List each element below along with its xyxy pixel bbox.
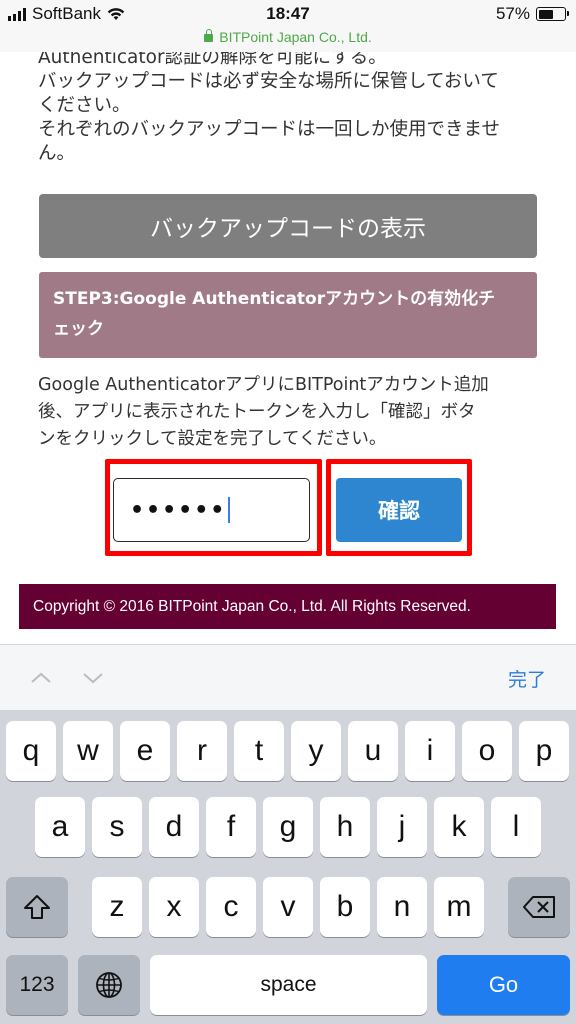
go-key[interactable]: Go	[437, 955, 570, 1015]
page-content: Authenticator認証の解除を可能にする。 バックアップコードは必ず安全…	[0, 52, 576, 644]
key-f[interactable]: f	[206, 797, 256, 857]
clock: 18:47	[266, 4, 310, 23]
done-button[interactable]: 完了	[508, 665, 546, 692]
intro-line: Authenticator認証の解除を可能にする。	[38, 52, 387, 68]
intro-line: ん。	[38, 143, 76, 164]
key-s[interactable]: s	[92, 797, 142, 857]
key-o[interactable]: o	[462, 721, 512, 781]
keyboard-accessory-bar: 完了	[0, 644, 576, 710]
instruction-line: 後、アプリに表示されたトークンを入力し「確認」ボタ	[38, 402, 476, 422]
step3-instructions: Google AuthenticatorアプリにBITPointアカウント追加 …	[38, 372, 543, 453]
confirm-button[interactable]: 確認	[336, 478, 462, 542]
globe-icon	[96, 972, 122, 998]
key-i[interactable]: i	[405, 721, 455, 781]
key-p[interactable]: p	[519, 721, 569, 781]
key-z[interactable]: z	[92, 877, 142, 937]
intro-line: それぞれのバックアップコードは一回しか使用できませ	[38, 119, 500, 140]
key-b[interactable]: b	[320, 877, 370, 937]
key-c[interactable]: c	[206, 877, 256, 937]
status-right: 57%	[495, 4, 569, 24]
key-g[interactable]: g	[263, 797, 313, 857]
delete-key[interactable]	[508, 877, 570, 937]
key-e[interactable]: e	[120, 721, 170, 781]
backspace-icon	[523, 896, 555, 918]
chevron-up-icon[interactable]	[30, 667, 52, 689]
instruction-line: Google AuthenticatorアプリにBITPointアカウント追加	[38, 375, 489, 395]
key-k[interactable]: k	[434, 797, 484, 857]
software-keyboard: q w e r t y u i o p a s d f g h j k l z …	[0, 710, 576, 1024]
token-input-value: ••••••	[130, 497, 227, 523]
show-backup-codes-button[interactable]: バックアップコードの表示	[39, 194, 537, 258]
intro-line: バックアップコードは必ず安全な場所に保管しておいて	[38, 71, 499, 92]
backup-code-notes: Authenticator認証の解除を可能にする。 バックアップコードは必ず安全…	[38, 52, 548, 166]
key-n[interactable]: n	[377, 877, 427, 937]
key-m[interactable]: m	[434, 877, 484, 937]
space-key[interactable]: space	[150, 955, 427, 1015]
instruction-line: ンをクリックして設定を完了してください。	[38, 429, 387, 449]
step3-title-line: STEP3:Google Authenticatorアカウントの有効化チ	[53, 289, 496, 309]
chevron-down-icon[interactable]	[82, 667, 104, 689]
battery-fill	[538, 9, 553, 19]
key-u[interactable]: u	[348, 721, 398, 781]
battery-icon	[536, 7, 569, 21]
numbers-key[interactable]: 123	[6, 955, 68, 1015]
copyright-footer: Copyright © 2016 BITPoint Japan Co., Ltd…	[19, 584, 556, 629]
key-r[interactable]: r	[177, 721, 227, 781]
globe-key[interactable]	[78, 955, 140, 1015]
key-v[interactable]: v	[263, 877, 313, 937]
status-bar: SoftBank 18:47 57%	[0, 0, 576, 26]
key-d[interactable]: d	[149, 797, 199, 857]
step3-title-line: ェック	[53, 319, 104, 339]
token-input[interactable]: ••••••	[113, 478, 310, 542]
key-h[interactable]: h	[320, 797, 370, 857]
key-j[interactable]: j	[377, 797, 427, 857]
step3-header: STEP3:Google Authenticatorアカウントの有効化チ ェック	[39, 272, 537, 358]
key-a[interactable]: a	[35, 797, 85, 857]
shift-key[interactable]	[6, 877, 68, 937]
key-w[interactable]: w	[63, 721, 113, 781]
url-domain: BITPoint Japan Co., Ltd.	[219, 29, 372, 45]
intro-line: ください。	[38, 95, 131, 116]
key-l[interactable]: l	[491, 797, 541, 857]
shift-icon	[24, 895, 50, 919]
key-t[interactable]: t	[234, 721, 284, 781]
battery-percent: 57%	[495, 4, 530, 23]
lock-icon	[204, 29, 214, 42]
text-caret	[228, 497, 231, 523]
url-bar[interactable]: BITPoint Japan Co., Ltd.	[0, 26, 576, 52]
key-x[interactable]: x	[149, 877, 199, 937]
key-y[interactable]: y	[291, 721, 341, 781]
key-q[interactable]: q	[6, 721, 56, 781]
